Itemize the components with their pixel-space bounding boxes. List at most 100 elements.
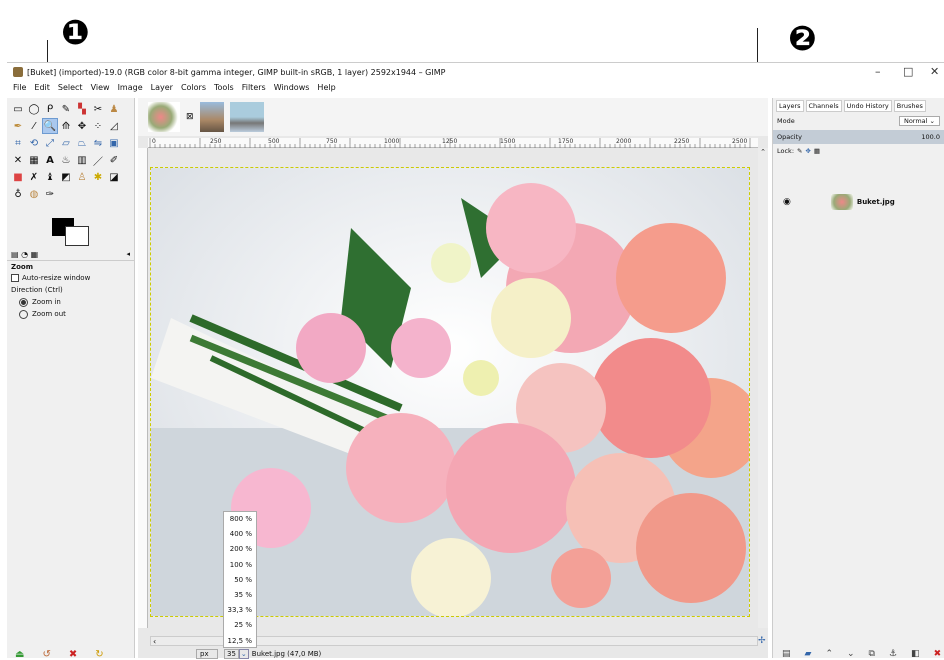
zoom-option[interactable]: 35 % [224, 588, 256, 603]
tab-channels[interactable]: Channels [805, 100, 842, 112]
anchor-layer-icon[interactable]: ⚓ [889, 649, 897, 659]
zoom-option[interactable]: 200 % [224, 542, 256, 557]
visibility-eye-icon[interactable]: ◉ [783, 197, 791, 207]
lower-layer-icon[interactable]: ⌄ [847, 649, 855, 659]
save-preset-icon[interactable]: ⏏ [15, 649, 24, 660]
menu-image[interactable]: Image [118, 83, 143, 97]
zoom-option[interactable]: 100 % [224, 558, 256, 573]
ink-icon[interactable]: ♝ [43, 170, 57, 184]
color-select-icon[interactable]: ▚ [75, 102, 89, 116]
heal-icon[interactable]: ♙ [75, 170, 89, 184]
mypaint-brush-icon[interactable]: ✑ [43, 187, 57, 201]
pencil-icon[interactable]: ／ [91, 153, 105, 168]
scissors-icon[interactable]: ✂ [91, 102, 105, 116]
lasso-icon[interactable]: ᑭ [43, 102, 57, 116]
new-group-icon[interactable]: ▰ [805, 649, 812, 659]
blur-icon[interactable]: ◪ [107, 170, 121, 184]
fuzzy-select-icon[interactable]: ✎ [59, 102, 73, 116]
rotate-icon[interactable]: ⟲ [27, 136, 41, 150]
tool-options-tab-icon[interactable]: ▤ ◔ ▦ [11, 250, 38, 259]
eraser-icon[interactable]: ■ [11, 170, 25, 184]
tab-undo-history[interactable]: Undo History [843, 100, 892, 112]
image-tab-buket[interactable] [148, 102, 180, 132]
rect-select-icon[interactable]: ▭ [11, 102, 25, 116]
mask-icon[interactable]: ◧ [911, 649, 920, 659]
lock-position-icon[interactable]: ✥ [805, 147, 810, 155]
image-tab-3[interactable] [229, 102, 264, 132]
radio-unselected[interactable] [19, 309, 28, 319]
dodge-burn-icon[interactable]: ◍ [27, 187, 41, 201]
zoom-in-radio[interactable]: Zoom in [7, 296, 134, 308]
mode-select[interactable]: Normal ⌄ [898, 115, 940, 126]
scale-icon[interactable]: ⤢ [43, 136, 57, 150]
crop-icon[interactable]: ⌗ [11, 136, 25, 150]
measure-icon[interactable]: ⟰ [59, 119, 73, 133]
menu-windows[interactable]: Windows [274, 83, 310, 97]
lock-alpha-icon[interactable]: ▦ [814, 147, 820, 155]
menu-help[interactable]: Help [317, 83, 335, 97]
cage-icon[interactable]: ▣ [107, 136, 121, 150]
zoom-out-radio[interactable]: Zoom out [7, 308, 134, 320]
menu-view[interactable]: View [91, 83, 110, 97]
maximize-button[interactable]: □ [903, 65, 913, 78]
opacity-row[interactable]: Opacity 100.0 [773, 130, 944, 144]
foreground-select-icon[interactable]: ♟ [107, 102, 121, 116]
tab-brushes[interactable]: Brushes [893, 100, 926, 112]
scroll-up-arrow[interactable]: ⌃ [758, 148, 768, 156]
paths-icon[interactable]: ✒ [11, 119, 25, 133]
minimize-button[interactable]: – [875, 65, 881, 78]
restore-preset-icon[interactable]: ↺ [42, 649, 50, 660]
perspective-icon[interactable]: ⏢ [75, 136, 89, 150]
menu-layer[interactable]: Layer [151, 83, 173, 97]
transform-icon[interactable]: ◿ [107, 119, 121, 133]
zoom-option[interactable]: 800 % [224, 512, 256, 527]
menu-select[interactable]: Select [58, 83, 83, 97]
close-button[interactable]: ✕ [930, 65, 939, 78]
zoom-dropdown-list[interactable]: 800 % 400 % 200 % 100 % 50 % 35 % 33,3 %… [223, 511, 257, 648]
shear-icon[interactable]: ▱ [59, 136, 73, 150]
menu-colors[interactable]: Colors [181, 83, 206, 97]
zoom-select[interactable]: 35 [224, 649, 239, 659]
reset-options-icon[interactable]: ↻ [95, 649, 103, 660]
smudge-icon[interactable]: ♁ [11, 187, 25, 201]
zoom-dropdown-icon[interactable]: ⌄ [238, 649, 249, 659]
tab-layers[interactable]: Layers [776, 100, 804, 112]
airbrush-icon[interactable]: ✗ [27, 170, 41, 184]
text-tool-icon[interactable]: ▦ [27, 153, 41, 167]
duplicate-layer-icon[interactable]: ⧉ [869, 649, 875, 659]
layer-row[interactable]: ◉ Buket.jpg [773, 193, 944, 211]
menu-tools[interactable]: Tools [214, 83, 234, 97]
navigate-icon[interactable]: ✢ [758, 636, 766, 646]
raise-layer-icon[interactable]: ⌃ [825, 649, 833, 659]
menu-file[interactable]: File [13, 83, 26, 97]
align-icon[interactable]: ⁘ [91, 119, 105, 133]
vertical-scrollbar[interactable]: ⌃ [758, 148, 768, 628]
image-tab-2[interactable] [199, 102, 224, 132]
background-color[interactable] [65, 226, 89, 246]
zoom-option[interactable]: 33,3 % [224, 603, 256, 618]
zoom-option[interactable]: 400 % [224, 527, 256, 542]
text-icon[interactable]: A [43, 153, 57, 167]
color-picker-icon[interactable]: ⁄ [27, 119, 41, 133]
close-tab-icon[interactable]: ⊠ [186, 112, 194, 122]
panel-menu-icon[interactable]: ◂ [126, 250, 130, 258]
flip-icon[interactable]: ⇋ [91, 136, 105, 150]
ellipse-select-icon[interactable]: ◯ [27, 102, 41, 116]
perspective-clone-icon[interactable]: ✱ [91, 170, 105, 184]
paintbrush-icon[interactable]: ✐ [107, 153, 121, 167]
zoom-option[interactable]: 25 % [224, 618, 256, 633]
menu-edit[interactable]: Edit [34, 83, 50, 97]
warp-icon[interactable]: ✕ [11, 153, 25, 167]
clone-icon[interactable]: ◩ [59, 170, 73, 184]
move-icon[interactable]: ✥ [75, 119, 89, 133]
menu-filters[interactable]: Filters [242, 83, 266, 97]
unit-select[interactable]: px [196, 649, 218, 659]
new-layer-icon[interactable]: ▤ [782, 649, 791, 659]
delete-layer-icon[interactable]: ✖ [934, 649, 942, 659]
checkbox-box[interactable] [11, 274, 19, 282]
gradient-icon[interactable]: ▥ [75, 153, 89, 167]
radio-selected[interactable] [19, 297, 28, 307]
zoom-option[interactable]: 12,5 % [224, 634, 256, 649]
delete-preset-icon[interactable]: ✖ [69, 649, 77, 660]
zoom-option[interactable]: 50 % [224, 573, 256, 588]
